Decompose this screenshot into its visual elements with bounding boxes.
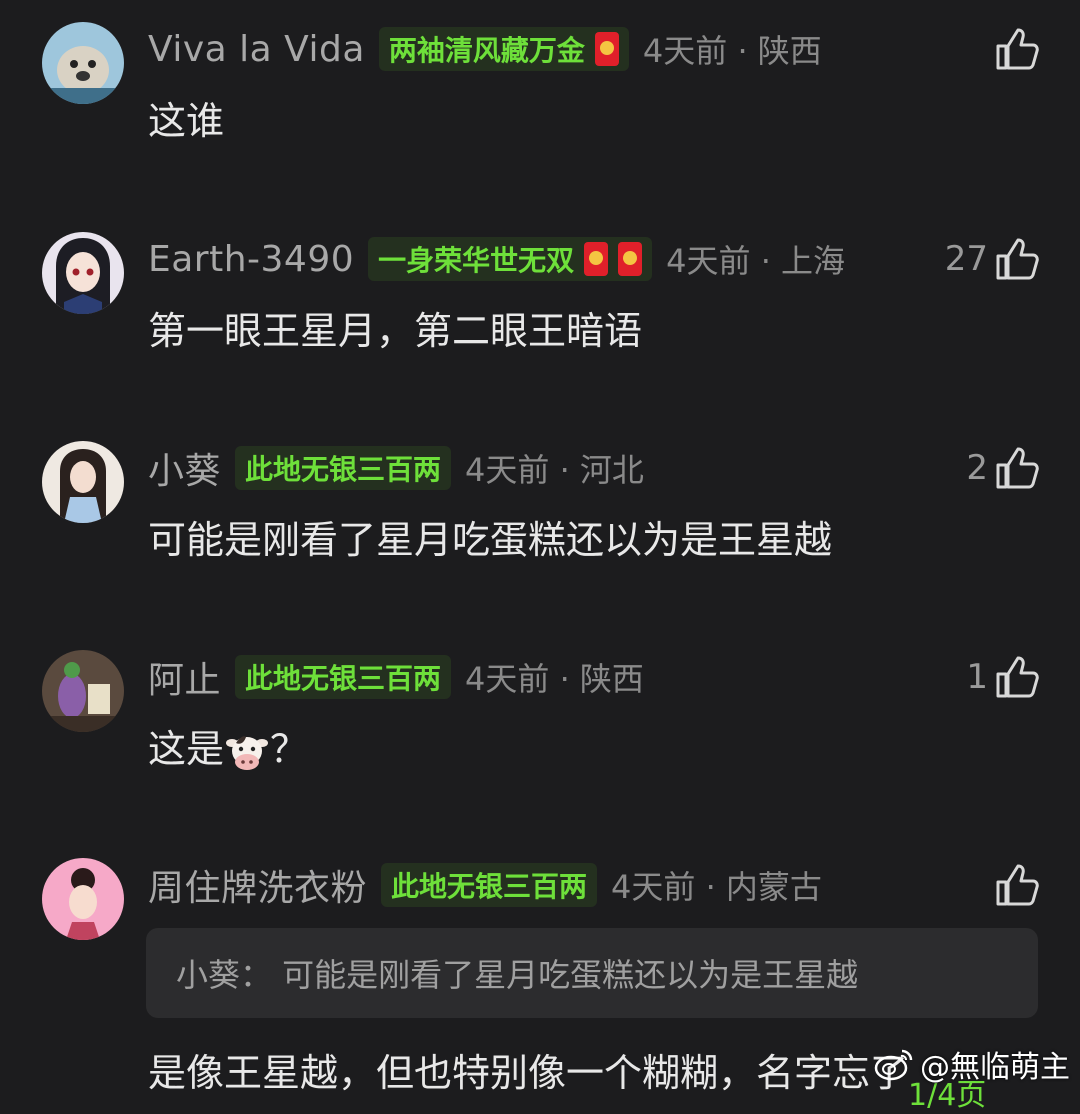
comment-header: 阿止 此地无银三百两 4天前 · 陕西	[148, 651, 644, 703]
thumbs-up-icon	[996, 28, 1039, 70]
like-count: 2	[966, 448, 988, 488]
comment-header: Earth-3490 一身荣华世无双 4天前 · 上海	[148, 236, 845, 282]
comment-header: 小葵 此地无银三百两 4天前 · 河北	[148, 442, 644, 494]
comment-meta: 4天前 · 河北	[465, 451, 644, 489]
comment-text: 这是 ？	[148, 718, 308, 775]
red-envelope-icon	[618, 242, 643, 276]
username[interactable]: 周住牌洗衣粉	[148, 859, 367, 911]
avatar[interactable]	[42, 441, 124, 523]
user-badge[interactable]: 此地无银三百两	[235, 446, 452, 490]
like-count: 27	[944, 239, 988, 279]
comment-text: 可能是刚看了星月吃蛋糕还以为是王星越	[148, 518, 833, 562]
username[interactable]: 小葵	[148, 442, 221, 494]
red-envelope-icon	[594, 32, 619, 66]
watermark: @無临萌主	[874, 1042, 1070, 1086]
quoted-text: 小葵： 可能是刚看了星月吃蛋糕还以为是王星越	[176, 956, 859, 994]
user-badge[interactable]: 两袖清风藏万金	[378, 27, 629, 71]
like-button[interactable]: 27	[945, 236, 1040, 282]
username[interactable]: Viva la Vida	[148, 29, 365, 70]
cow-face-emoji-icon	[226, 735, 269, 770]
comment-meta: 4天前 · 陕西	[465, 660, 644, 698]
red-envelope-icon	[584, 242, 609, 276]
comment-text: 第一眼王星月，第二眼王暗语	[148, 309, 643, 353]
comment-meta: 4天前 · 上海	[666, 242, 846, 280]
comment-meta: 4天前 · 内蒙古	[611, 868, 822, 906]
badge-label: 此地无银三百两	[391, 870, 588, 903]
badge-label: 一身荣华世无双	[378, 244, 575, 277]
comment-text: 这谁	[148, 99, 225, 143]
avatar[interactable]	[42, 232, 124, 314]
like-button[interactable]	[988, 862, 1040, 908]
comment-header: 周住牌洗衣粉 此地无银三百两 4天前 · 内蒙古	[148, 859, 822, 911]
user-badge[interactable]: 此地无银三百两	[381, 863, 598, 907]
user-badge[interactable]: 此地无银三百两	[235, 655, 452, 699]
comment-text: 是像王星越，但也特别像一个糊糊，名字忘了	[148, 1051, 909, 1095]
like-button[interactable]: 1	[966, 654, 1040, 700]
username[interactable]: 阿止	[148, 651, 221, 703]
username[interactable]: Earth-3490	[148, 239, 354, 280]
badge-label: 此地无银三百两	[245, 662, 442, 695]
badge-label: 两袖清风藏万金	[388, 34, 585, 67]
thumbs-up-icon	[996, 656, 1039, 698]
comment-text-part: ？	[270, 727, 309, 771]
weibo-logo-icon	[874, 1049, 913, 1081]
like-count: 1	[966, 657, 988, 697]
quoted-reply[interactable]: 小葵： 可能是刚看了星月吃蛋糕还以为是王星越	[146, 928, 1038, 1018]
avatar[interactable]	[42, 650, 124, 732]
comment-meta: 4天前 · 陕西	[642, 32, 822, 70]
avatar[interactable]	[42, 22, 124, 104]
thumbs-up-icon	[996, 447, 1039, 489]
thumbs-up-icon	[996, 864, 1039, 906]
like-button[interactable]	[988, 26, 1040, 72]
user-badge[interactable]: 一身荣华世无双	[368, 237, 653, 281]
thumbs-up-icon	[996, 238, 1039, 280]
avatar[interactable]	[42, 858, 124, 940]
comment-text-part: 这是	[148, 727, 225, 771]
comment-header: Viva la Vida 两袖清风藏万金 4天前 · 陕西	[148, 26, 822, 72]
watermark-text: @無临萌主	[920, 1050, 1070, 1085]
badge-label: 此地无银三百两	[245, 453, 442, 486]
like-button[interactable]: 2	[966, 445, 1040, 491]
